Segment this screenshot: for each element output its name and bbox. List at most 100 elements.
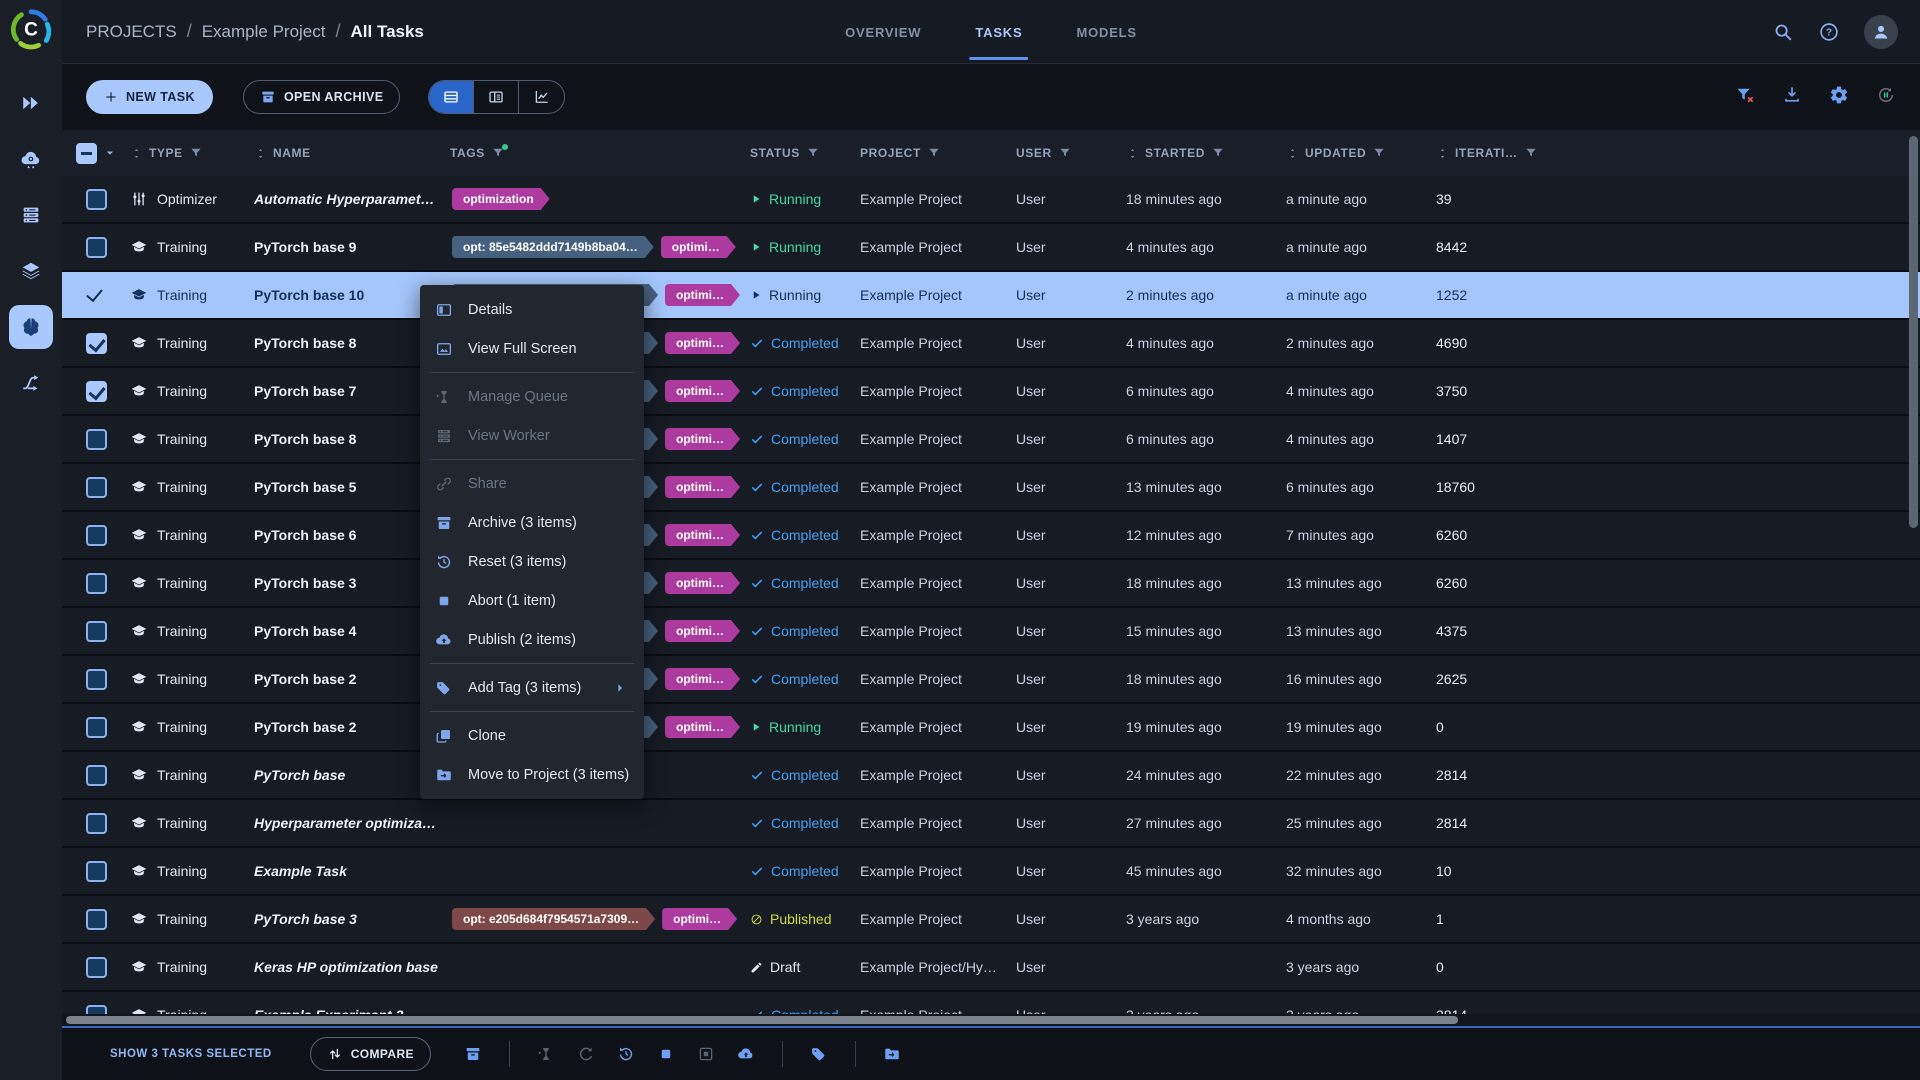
table-row[interactable]: TrainingPyTorch base 3optimi…CompletedEx…	[62, 560, 1920, 608]
table-row[interactable]: TrainingExample Experiment 2CompletedExa…	[62, 992, 1920, 1014]
task-name[interactable]: Example Experiment 2	[254, 1007, 450, 1014]
vertical-scrollbar-thumb[interactable]	[1909, 136, 1918, 528]
row-checkbox[interactable]	[86, 669, 107, 690]
add-tag-button[interactable]	[799, 1034, 839, 1074]
row-checkbox[interactable]	[86, 621, 107, 642]
task-name[interactable]: Example Task	[254, 863, 450, 879]
select-all-checkbox[interactable]	[76, 143, 97, 164]
search-icon[interactable]	[1772, 21, 1794, 43]
column-header-status[interactable]: STATUS	[750, 146, 860, 160]
abort-button[interactable]	[646, 1034, 686, 1074]
help-icon[interactable]: ?	[1818, 21, 1840, 43]
menu-item-archive-3-items[interactable]: Archive (3 items)	[420, 503, 644, 542]
menu-item-move-to-project-3-items[interactable]: Move to Project (3 items)	[420, 755, 644, 794]
row-checkbox[interactable]	[86, 477, 107, 498]
menu-item-publish-2-items[interactable]: Publish (2 items)	[420, 620, 644, 659]
column-header-started[interactable]: STARTED	[1126, 146, 1286, 160]
row-checkbox[interactable]	[86, 333, 107, 354]
menu-item-view-full-screen[interactable]: View Full Screen	[420, 329, 644, 368]
breadcrumb-item[interactable]: All Tasks	[351, 22, 424, 42]
table-row[interactable]: TrainingPyTorch base 8optimi…CompletedEx…	[62, 416, 1920, 464]
menu-item-add-tag-3-items[interactable]: Add Tag (3 items)	[420, 668, 644, 707]
funnel-icon[interactable]	[1372, 146, 1386, 160]
row-checkbox[interactable]	[86, 957, 107, 978]
table-row[interactable]: TrainingPyTorch base 9opt: 85e5482ddd714…	[62, 224, 1920, 272]
new-task-button[interactable]: NEW TASK	[86, 80, 213, 114]
table-view-toggle[interactable]	[429, 81, 474, 113]
breadcrumb-item[interactable]: Example Project	[202, 22, 326, 42]
table-row[interactable]: TrainingPyTorch base 5optimi…CompletedEx…	[62, 464, 1920, 512]
sidebar-item-pipelines[interactable]	[9, 361, 53, 405]
menu-item-abort-1-item[interactable]: Abort (1 item)	[420, 581, 644, 620]
clearml-logo[interactable]: C	[10, 8, 52, 50]
task-name[interactable]: Hyperparameter optimizati…	[254, 815, 450, 831]
table-row[interactable]: TrainingPyTorch base 7optimi…CompletedEx…	[62, 368, 1920, 416]
autorefresh-button[interactable]	[1876, 85, 1896, 110]
tab-tasks[interactable]: TASKS	[961, 0, 1036, 64]
column-header-user[interactable]: USER	[1016, 146, 1126, 160]
column-header-iterations[interactable]: ITERATI…	[1436, 146, 1556, 160]
sidebar-item-getting-started[interactable]	[9, 81, 53, 125]
table-row[interactable]: TrainingPyTorch baseCompletedExample Pro…	[62, 752, 1920, 800]
row-checkbox[interactable]	[86, 429, 107, 450]
horizontal-scrollbar-thumb[interactable]	[66, 1016, 1458, 1024]
reset-button[interactable]	[606, 1034, 646, 1074]
move-to-project-button[interactable]	[872, 1034, 912, 1074]
task-name[interactable]: Keras HP optimization base	[254, 959, 450, 975]
table-row[interactable]: TrainingKeras HP optimization baseDraftE…	[62, 944, 1920, 992]
chart-view-toggle[interactable]	[519, 81, 564, 113]
task-name[interactable]: Automatic Hyperparamete…	[254, 191, 450, 207]
tab-models[interactable]: MODELS	[1062, 0, 1150, 64]
filter-x-button[interactable]	[1735, 85, 1755, 110]
user-avatar[interactable]	[1864, 15, 1898, 49]
row-checkbox[interactable]	[86, 813, 107, 834]
row-checkbox[interactable]	[86, 909, 107, 930]
sidebar-item-projects[interactable]	[9, 305, 53, 349]
table-row[interactable]: TrainingPyTorch base 4optimi…CompletedEx…	[62, 608, 1920, 656]
compare-button[interactable]: COMPARE	[310, 1037, 431, 1071]
menu-item-clone[interactable]: Clone	[420, 716, 644, 755]
funnel-icon[interactable]	[1524, 146, 1538, 160]
table-row[interactable]: TrainingExample TaskCompletedExample Pro…	[62, 848, 1920, 896]
task-name[interactable]: PyTorch base 3	[254, 911, 450, 927]
row-checkbox[interactable]	[86, 381, 107, 402]
funnel-icon[interactable]	[806, 146, 820, 160]
row-checkbox[interactable]	[86, 189, 107, 210]
download-button[interactable]	[1782, 85, 1802, 110]
table-row[interactable]: TrainingPyTorch base 2optimi…RunningExam…	[62, 704, 1920, 752]
table-row[interactable]: TrainingPyTorch base 2optimi…CompletedEx…	[62, 656, 1920, 704]
row-checkbox[interactable]	[86, 717, 107, 738]
row-checkbox[interactable]	[86, 1005, 107, 1015]
menu-item-details[interactable]: Details	[420, 290, 644, 329]
row-checkbox[interactable]	[86, 525, 107, 546]
funnel-icon[interactable]	[189, 146, 203, 160]
table-row[interactable]: TrainingPyTorch base 3opt: e205d684f7954…	[62, 896, 1920, 944]
row-checkbox[interactable]	[86, 285, 107, 306]
menu-item-reset-3-items[interactable]: Reset (3 items)	[420, 542, 644, 581]
column-header-name[interactable]: NAME	[254, 146, 450, 160]
table-row[interactable]: OptimizerAutomatic Hyperparamete…optimiz…	[62, 176, 1920, 224]
gear-button[interactable]	[1829, 85, 1849, 110]
row-checkbox[interactable]	[86, 237, 107, 258]
table-row[interactable]: TrainingHyperparameter optimizati…Comple…	[62, 800, 1920, 848]
funnel-icon[interactable]	[927, 146, 941, 160]
funnel-icon[interactable]	[1211, 146, 1225, 160]
breadcrumb-item[interactable]: PROJECTS	[86, 22, 177, 42]
horizontal-scrollbar[interactable]	[62, 1014, 1920, 1026]
caret-down-icon[interactable]	[103, 146, 117, 160]
column-header-type[interactable]: TYPE	[130, 146, 254, 160]
row-checkbox[interactable]	[86, 765, 107, 786]
row-checkbox[interactable]	[86, 861, 107, 882]
breadcrumb[interactable]: PROJECTS/Example Project/All Tasks	[62, 21, 424, 42]
card-view-toggle[interactable]	[474, 81, 519, 113]
task-name[interactable]: PyTorch base 9	[254, 239, 450, 255]
tab-overview[interactable]: OVERVIEW	[831, 0, 935, 64]
column-header-updated[interactable]: UPDATED	[1286, 146, 1436, 160]
table-row[interactable]: TrainingPyTorch base 8optimi…CompletedEx…	[62, 320, 1920, 368]
funnel-icon[interactable]	[491, 146, 505, 160]
open-archive-button[interactable]: OPEN ARCHIVE	[243, 80, 401, 114]
archive-button[interactable]	[453, 1034, 493, 1074]
row-checkbox[interactable]	[86, 573, 107, 594]
column-header-tags[interactable]: TAGS	[450, 146, 750, 160]
sidebar-item-datasets[interactable]	[9, 249, 53, 293]
